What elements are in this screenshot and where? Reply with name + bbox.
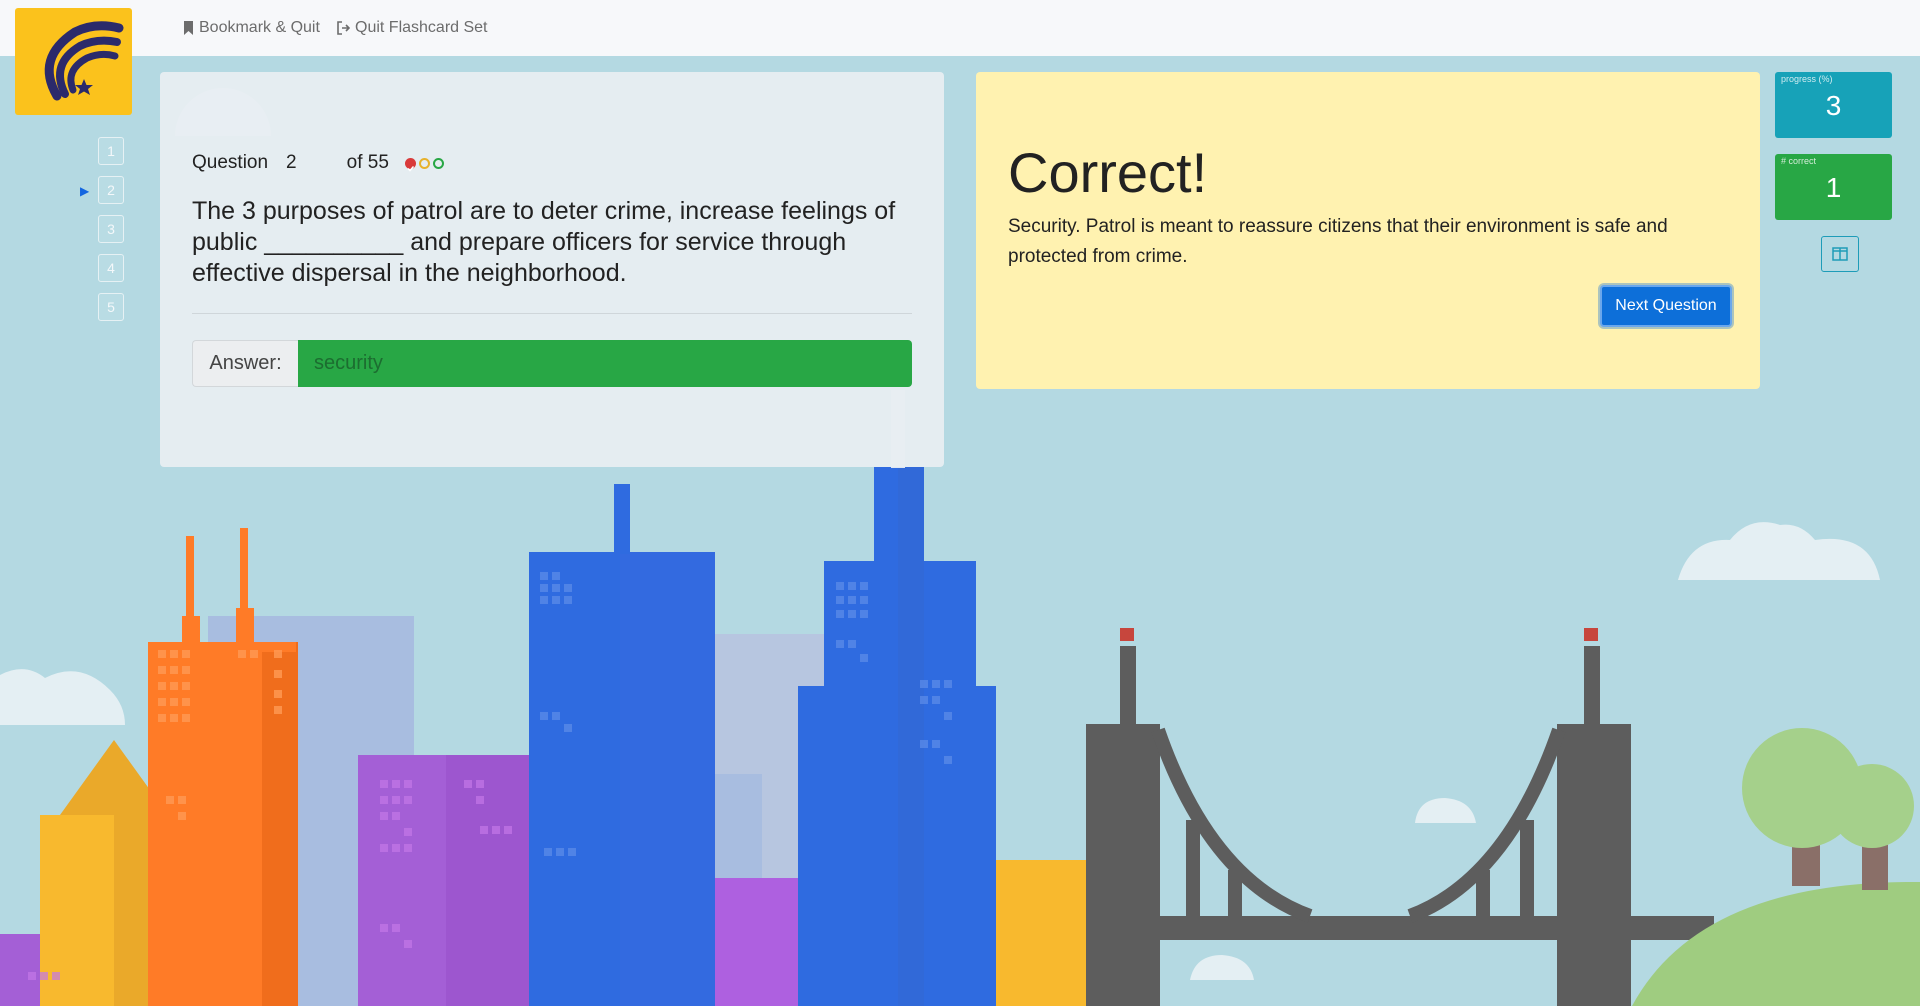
progress-stat-label: progress (%): [1781, 74, 1833, 84]
answer-field[interactable]: security: [298, 340, 912, 387]
question-nav-item[interactable]: 1: [98, 137, 124, 165]
quit-flashcard-set-label: Quit Flashcard Set: [355, 19, 488, 36]
top-nav-bar: Bookmark & Quit Quit Flashcard Set: [0, 0, 1920, 56]
result-card: Correct! Security. Patrol is meant to re…: [976, 72, 1760, 389]
question-card: Question 2 of 55 The 3 purposes of patro…: [160, 72, 944, 467]
columns-icon: [1832, 247, 1848, 261]
result-explanation: Security. Patrol is meant to reassure ci…: [1008, 216, 1668, 267]
question-nav-item[interactable]: 4: [98, 254, 124, 282]
next-question-button[interactable]: Next Question: [1600, 285, 1732, 327]
question-text: The 3 purposes of patrol are to deter cr…: [192, 197, 896, 287]
bookmark-quit-link[interactable]: Bookmark & Quit: [183, 19, 320, 37]
bookmark-icon: [184, 21, 193, 35]
question-header: Question 2 of 55: [192, 152, 444, 174]
question-label: Question: [192, 152, 269, 173]
attempt-indicators: [404, 157, 444, 172]
answer-label: Answer:: [192, 340, 298, 387]
bookmark-quit-label: Bookmark & Quit: [199, 19, 320, 36]
answer-group: Answer: security: [192, 340, 912, 387]
caret-right-icon: ▶: [80, 184, 90, 198]
question-nav-item[interactable]: 2: [98, 176, 124, 204]
quit-flashcard-set-link[interactable]: Quit Flashcard Set: [336, 19, 488, 37]
correct-stat: # correct 1: [1775, 154, 1892, 220]
correct-stat-label: # correct: [1781, 156, 1817, 166]
question-nav-item[interactable]: 5: [98, 293, 124, 321]
wing-star-logo: [44, 21, 124, 101]
question-number: 2: [286, 152, 297, 173]
sign-out-icon: [337, 21, 350, 35]
correct-stat-value: 1: [1825, 172, 1842, 203]
attempt-empty-icon: [432, 157, 444, 169]
app-logo[interactable]: [15, 8, 132, 115]
attempt-correct-icon: [404, 157, 416, 172]
divider: [192, 313, 912, 314]
attempt-empty-icon: [418, 157, 430, 169]
result-title: Correct!: [1008, 141, 1208, 204]
progress-stat-value: 3: [1825, 90, 1842, 121]
layout-toggle-button[interactable]: [1821, 236, 1859, 272]
question-nav-item[interactable]: 3: [98, 215, 124, 243]
question-total: of 55: [346, 152, 389, 173]
progress-stat: progress (%) 3: [1775, 72, 1892, 138]
